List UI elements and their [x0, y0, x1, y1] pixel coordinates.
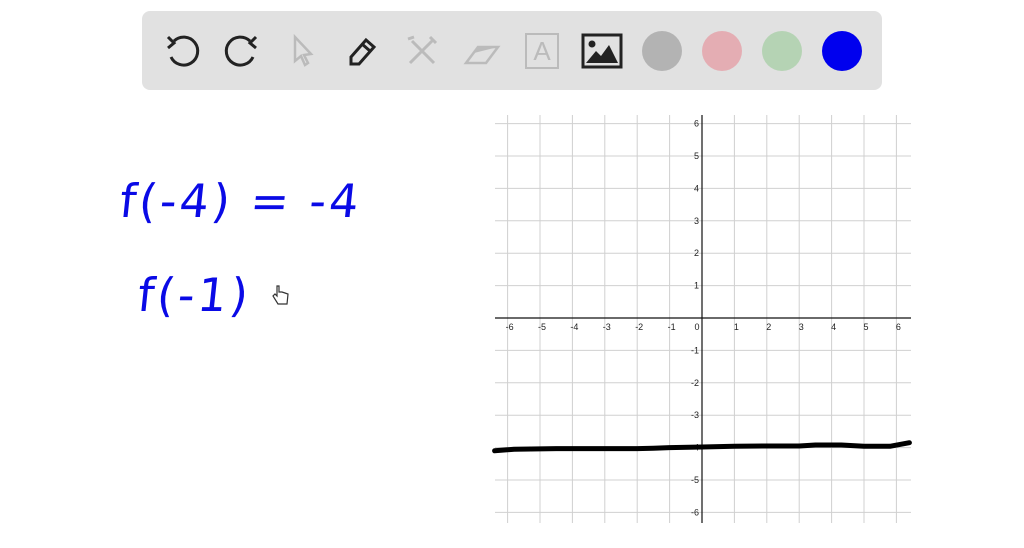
y-tick-label: -6	[691, 507, 699, 517]
x-tick-label: -3	[603, 322, 611, 332]
y-tick-label: 1	[694, 281, 699, 291]
y-tick-label: 3	[694, 216, 699, 226]
x-tick-label: -6	[506, 322, 514, 332]
x-tick-label: 5	[863, 322, 868, 332]
y-tick-label: -3	[691, 410, 699, 420]
y-tick-label: -2	[691, 378, 699, 388]
coordinate-graph: -6 -5 -4 -3 -2 -1 0 1 2 3 4 5 6654321-1-2-3-4-5-6	[492, 115, 912, 523]
y-tick-label: 5	[694, 151, 699, 161]
x-tick-label: 4	[831, 322, 836, 332]
x-tick-label: 3	[799, 322, 804, 332]
x-tick-label: 1	[734, 322, 739, 332]
y-tick-label: -5	[691, 475, 699, 485]
y-tick-label: 2	[694, 248, 699, 258]
y-tick-label: -1	[691, 345, 699, 355]
x-tick-label: -2	[635, 322, 643, 332]
x-tick-label: -1	[668, 322, 676, 332]
y-tick-label: 6	[694, 119, 699, 129]
x-tick-label: 2	[766, 322, 771, 332]
x-tick-label: -5	[538, 322, 546, 332]
x-tick-label: 6	[896, 322, 901, 332]
x-tick-label: -4	[570, 322, 578, 332]
x-tick-label: 0	[694, 322, 699, 332]
y-tick-label: 4	[694, 183, 699, 193]
hand-cursor-icon	[272, 285, 289, 305]
